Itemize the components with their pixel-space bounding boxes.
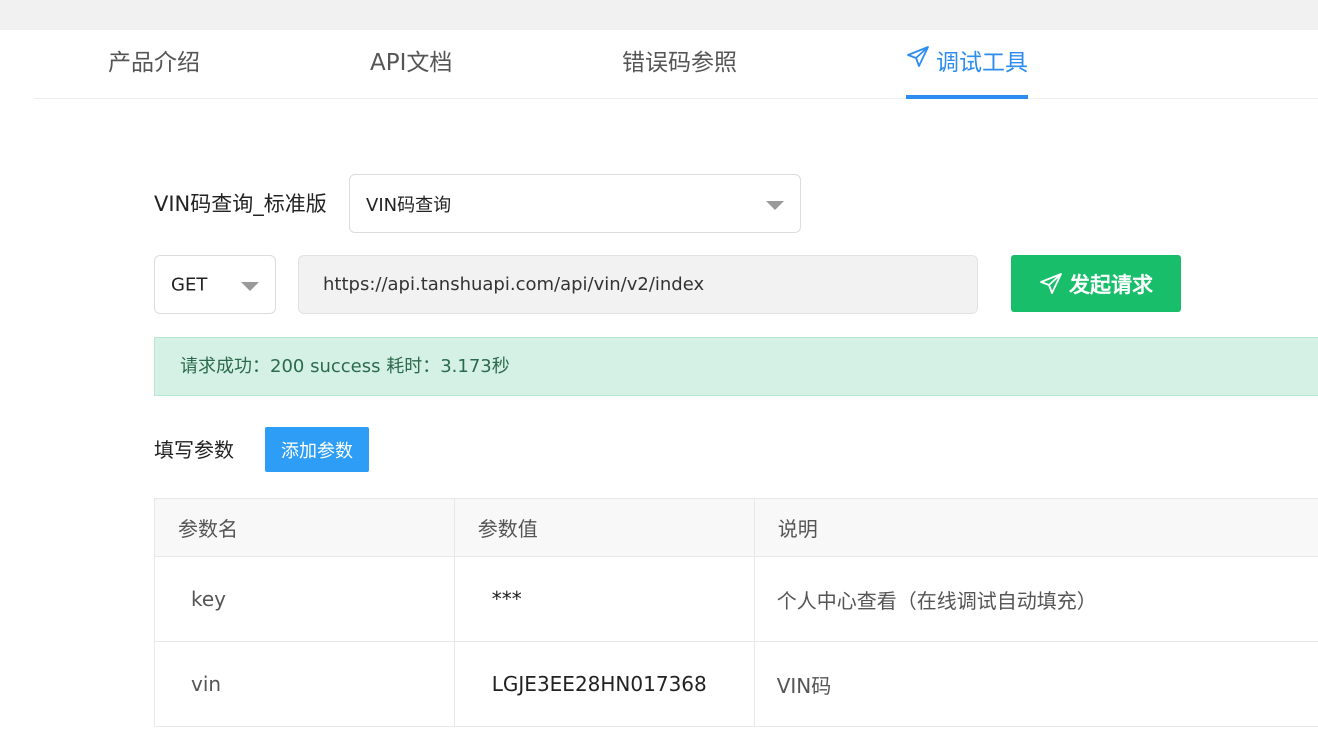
params-title: 填写参数 [154,438,234,462]
param-name-cell: vin [154,641,455,727]
header-param-name: 参数名 [154,498,455,557]
send-request-label: 发起请求 [1069,272,1153,297]
param-value-input[interactable]: LGJE3EE28HN017368 [453,641,755,727]
top-bar [0,0,1318,30]
tab-bar: 产品介绍 API文档 错误码参照 调试工具 [34,30,1318,99]
active-tab-indicator [906,95,1028,99]
chevron-down-icon [766,200,784,210]
endpoint-select[interactable]: VIN码查询 [349,174,801,233]
tab-error-codes[interactable]: 错误码参照 [622,30,737,99]
table-row: key *** 个人中心查看（在线调试自动填充） [154,556,1318,642]
param-value-input[interactable]: *** [453,556,755,642]
chevron-down-icon [241,281,259,291]
tab-api-docs[interactable]: API文档 [370,30,452,99]
tab-label: 调试工具 [936,50,1028,76]
request-url-input[interactable]: https://api.tanshuapi.com/api/vin/v2/ind… [298,255,978,314]
tab-product-intro[interactable]: 产品介绍 [108,30,200,99]
tab-label: 产品介绍 [108,50,200,76]
table-row: vin LGJE3EE28HN017368 VIN码 [154,641,1318,727]
param-desc-cell: 个人中心查看（在线调试自动填充） [753,556,1318,642]
table-header-row: 参数名 参数值 说明 [154,498,1318,557]
header-param-desc: 说明 [753,498,1318,557]
success-message: 请求成功：200 success 耗时：3.173秒 [154,337,1318,396]
param-desc-cell: VIN码 [753,641,1318,727]
api-name-label: VIN码查询_标准版 [154,192,327,216]
tab-label: API文档 [370,50,453,76]
paper-plane-icon [1039,272,1063,296]
header-param-value: 参数值 [453,498,755,557]
add-param-button[interactable]: 添加参数 [265,427,369,472]
paper-plane-icon [906,29,930,95]
tab-debug-tool[interactable]: 调试工具 [906,30,1028,99]
method-select-value: GET [171,274,208,295]
param-name-cell: key [154,556,455,642]
send-request-button[interactable]: 发起请求 [1011,255,1181,312]
method-select[interactable]: GET [154,255,276,314]
endpoint-select-value: VIN码查询 [366,194,452,216]
params-table: 参数名 参数值 说明 key *** 个人中心查看（在线调试自动填充） vin … [154,498,1318,727]
tab-label: 错误码参照 [622,50,737,76]
